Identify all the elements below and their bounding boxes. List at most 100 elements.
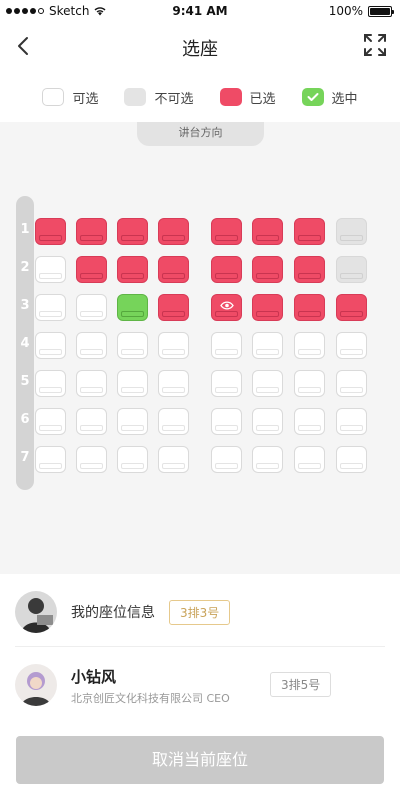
unavailable-seat-icon: [124, 88, 147, 106]
row-number: 2: [20, 260, 30, 275]
legend-sold: 已选: [219, 88, 276, 107]
seat-available[interactable]: [252, 446, 283, 473]
legend-label: 选中: [331, 91, 358, 107]
seat-sold[interactable]: [117, 218, 148, 245]
seat-available[interactable]: [158, 332, 189, 359]
seat-sold[interactable]: [35, 218, 66, 245]
avatar: [15, 591, 57, 633]
row-number: 6: [20, 412, 30, 427]
seat-available[interactable]: [76, 294, 107, 321]
seat-available[interactable]: [336, 408, 367, 435]
seat-sold[interactable]: [76, 218, 107, 245]
seat-available[interactable]: [117, 408, 148, 435]
fullscreen-icon[interactable]: [362, 32, 388, 58]
user-seat-badge: 3排5号: [270, 672, 332, 697]
seat-sold[interactable]: [336, 294, 367, 321]
seat-available[interactable]: [211, 370, 242, 397]
seat-selected[interactable]: [117, 294, 148, 321]
seat-available[interactable]: [117, 332, 148, 359]
seat-available[interactable]: [35, 408, 66, 435]
seat-available[interactable]: [35, 256, 66, 283]
seat-sold[interactable]: [211, 218, 242, 245]
seat-available[interactable]: [35, 294, 66, 321]
legend-label: 可选: [72, 91, 99, 107]
seat-available[interactable]: [158, 370, 189, 397]
row-number: 7: [20, 450, 30, 465]
eye-icon: [219, 300, 234, 310]
legend-label: 已选: [249, 91, 276, 107]
seat-legend: 可选 不可选 已选 选中: [0, 80, 400, 114]
seat-sold[interactable]: [252, 218, 283, 245]
seat-available[interactable]: [252, 332, 283, 359]
my-seat-row: 我的座位信息 3排3号: [15, 590, 385, 634]
seat-available[interactable]: [35, 370, 66, 397]
seat-available[interactable]: [336, 446, 367, 473]
row-number-rail: 1 2 3 4 5 6 7: [16, 196, 34, 490]
seat-sold[interactable]: [252, 256, 283, 283]
seat-sold[interactable]: [252, 294, 283, 321]
seat-available[interactable]: [294, 332, 325, 359]
seat-sold[interactable]: [158, 256, 189, 283]
sold-seat-icon: [219, 88, 242, 106]
avatar: [15, 664, 57, 706]
seat-available[interactable]: [252, 408, 283, 435]
battery-percent: 100%: [328, 4, 363, 18]
other-user-row: 小钻风 北京创匠文化科技有限公司 CEO 3排5号: [15, 662, 385, 712]
seat-available[interactable]: [158, 408, 189, 435]
legend-available: 可选: [42, 88, 98, 107]
user-name: 小钻风: [71, 668, 117, 686]
seat-sold[interactable]: [294, 218, 325, 245]
stage-direction: 讲台方向: [137, 122, 264, 146]
seat-sold[interactable]: [211, 256, 242, 283]
row-number: 1: [20, 222, 30, 237]
cancel-seat-button[interactable]: 取消当前座位: [16, 736, 384, 784]
seat-available[interactable]: [76, 408, 107, 435]
legend-selected: 选中: [301, 88, 358, 107]
legend-unavailable: 不可选: [124, 88, 194, 107]
battery-icon: [368, 5, 394, 17]
seat-available[interactable]: [117, 370, 148, 397]
seat-unavailable: [336, 218, 367, 245]
my-seat-label: 我的座位信息: [71, 605, 155, 621]
check-icon: [307, 93, 319, 101]
seat-sold[interactable]: [211, 294, 242, 321]
seat-available[interactable]: [336, 370, 367, 397]
seat-map: 讲台方向 1 2 3 4 5 6 7: [0, 122, 400, 574]
seat-available[interactable]: [76, 332, 107, 359]
seat-available[interactable]: [76, 370, 107, 397]
user-company: 北京创匠文化科技有限公司 CEO: [71, 692, 230, 705]
seat-available[interactable]: [252, 370, 283, 397]
seat-available[interactable]: [336, 332, 367, 359]
seat-sold[interactable]: [76, 256, 107, 283]
seat-unavailable: [336, 256, 367, 283]
available-seat-icon: [42, 88, 65, 106]
seat-sold[interactable]: [117, 256, 148, 283]
seat-available[interactable]: [294, 370, 325, 397]
row-number: 5: [20, 374, 30, 389]
seat-available[interactable]: [76, 446, 107, 473]
seat-sold[interactable]: [294, 294, 325, 321]
seat-available[interactable]: [158, 446, 189, 473]
seat-available[interactable]: [211, 332, 242, 359]
selected-seat-icon: [301, 88, 324, 106]
status-right: 100%: [328, 4, 394, 18]
nav-bar: 选座: [0, 22, 400, 70]
seat-available[interactable]: [294, 408, 325, 435]
seat-available[interactable]: [211, 408, 242, 435]
page-title: 选座: [182, 39, 218, 60]
my-seat-badge: 3排3号: [169, 599, 231, 625]
divider: [15, 646, 385, 647]
seat-available[interactable]: [211, 446, 242, 473]
status-bar: Sketch 9:41 AM 100%: [0, 0, 400, 22]
seat-available[interactable]: [35, 332, 66, 359]
row-number: 4: [20, 336, 30, 351]
row-number: 3: [20, 298, 30, 313]
legend-label: 不可选: [154, 91, 194, 107]
seat-available[interactable]: [117, 446, 148, 473]
seat-available[interactable]: [35, 446, 66, 473]
seat-sold[interactable]: [158, 294, 189, 321]
seat-sold[interactable]: [158, 218, 189, 245]
seat-available[interactable]: [294, 446, 325, 473]
seat-info-card: 我的座位信息 3排3号 小钻风 北京创匠文化科技有限公司 CEO 3排5号 取消…: [0, 574, 400, 800]
seat-sold[interactable]: [294, 256, 325, 283]
